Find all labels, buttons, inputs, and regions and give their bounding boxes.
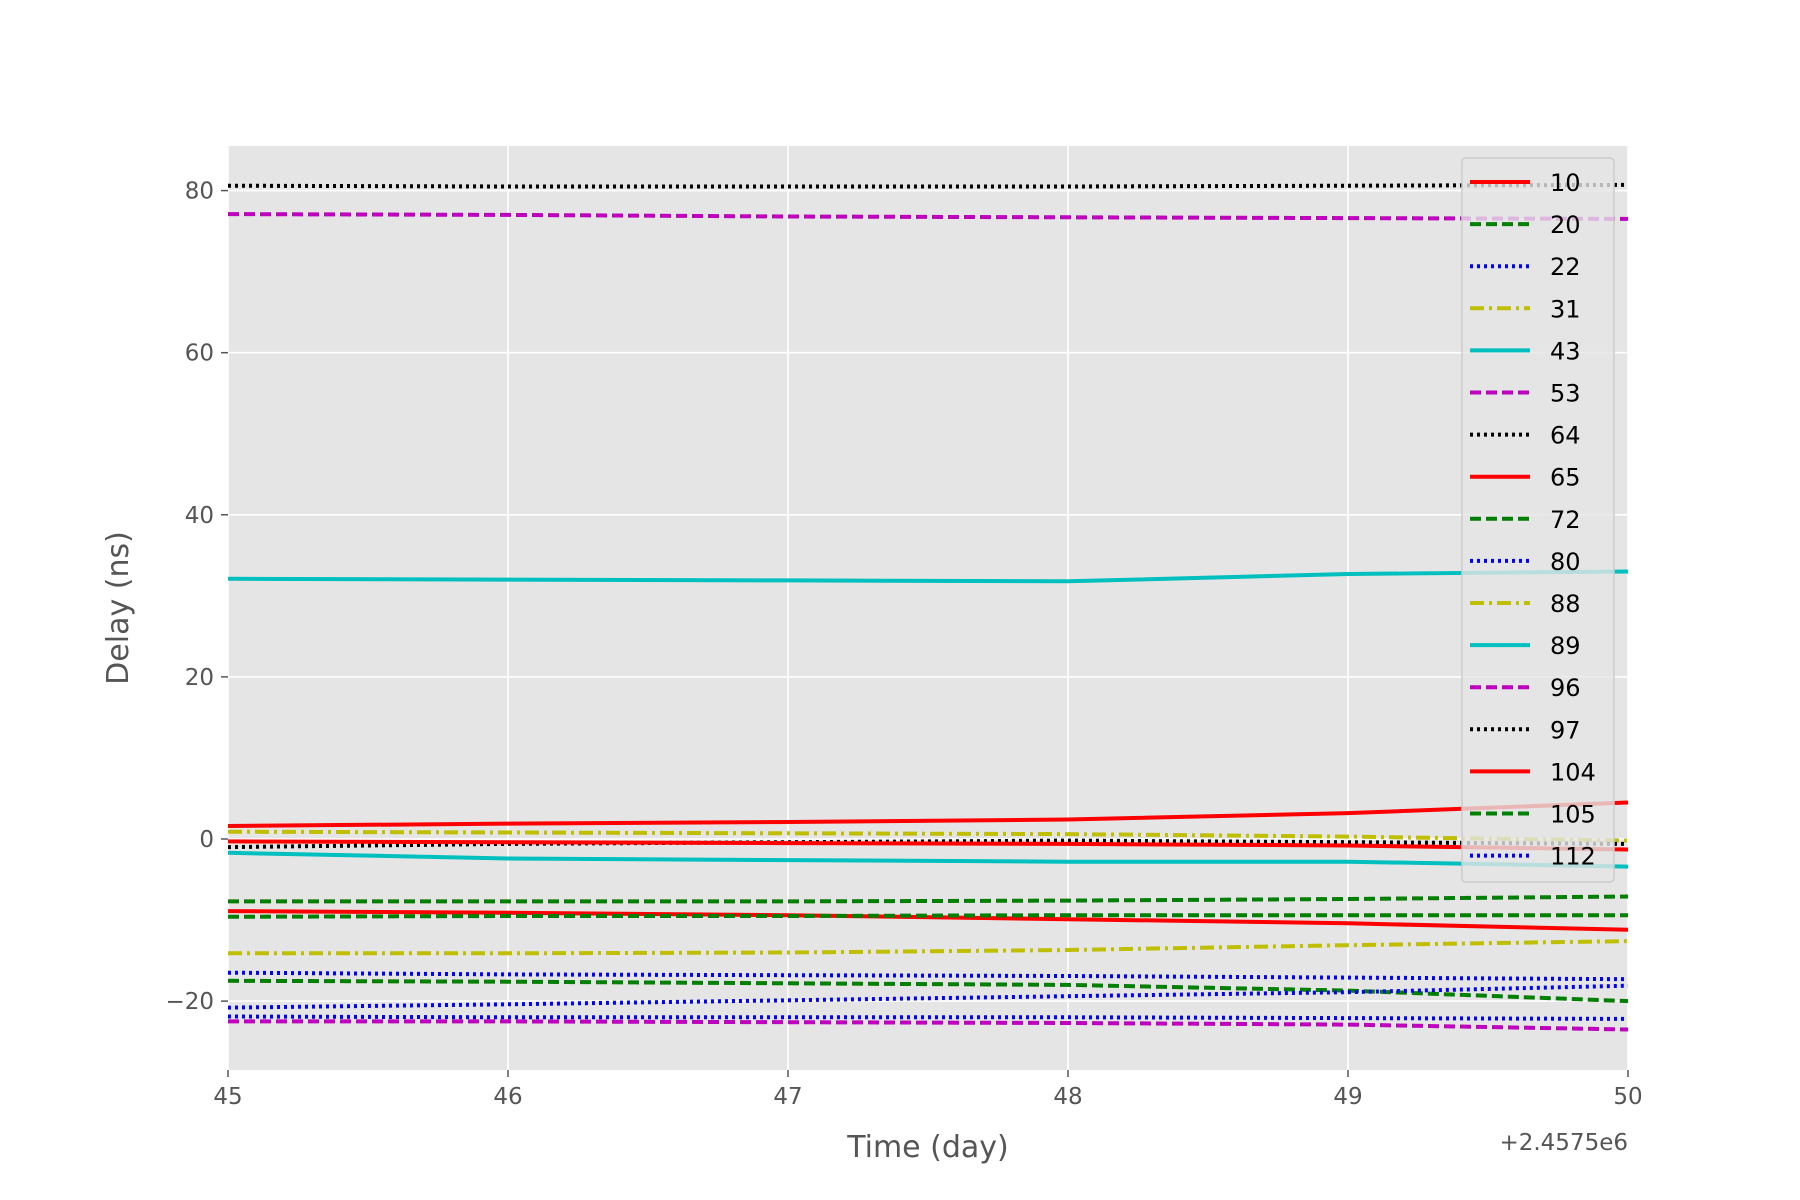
legend-label-105: 105 bbox=[1550, 801, 1596, 829]
x-axis-title: Time (day) bbox=[846, 1130, 1009, 1165]
legend-label-64: 64 bbox=[1550, 422, 1581, 450]
x-axis-offset-label: +2.4575e6 bbox=[1499, 1130, 1628, 1156]
x-tick-label: 45 bbox=[213, 1084, 242, 1110]
legend-label-80: 80 bbox=[1550, 548, 1581, 576]
legend-label-97: 97 bbox=[1550, 716, 1581, 744]
plot-background bbox=[228, 146, 1628, 1070]
y-tick-label: 20 bbox=[185, 665, 214, 691]
x-tick-label: 46 bbox=[493, 1084, 522, 1110]
x-tick-label: 50 bbox=[1613, 1084, 1642, 1110]
legend-label-104: 104 bbox=[1550, 758, 1596, 786]
legend-label-96: 96 bbox=[1550, 674, 1581, 702]
y-tick-label: 40 bbox=[185, 503, 214, 529]
line-chart: 45 46 47 48 49 50 −20 0 20 40 60 80 Time (day) Dela… bbox=[101, 146, 1643, 1165]
y-tick-label: 60 bbox=[185, 341, 214, 367]
legend-label-31: 31 bbox=[1550, 295, 1581, 323]
y-tick-label: 0 bbox=[199, 827, 214, 853]
legend-label-88: 88 bbox=[1550, 590, 1581, 618]
legend: 10 20 22 31 43 53 64 65 72 80 88 89 96 97 104 105 112 bbox=[1461, 157, 1615, 883]
x-tick-label: 49 bbox=[1333, 1084, 1362, 1110]
legend-label-72: 72 bbox=[1550, 506, 1581, 534]
legend-label-22: 22 bbox=[1550, 253, 1581, 281]
y-axis-title: Delay (ns) bbox=[101, 531, 136, 685]
y-tick-label: 80 bbox=[185, 179, 214, 205]
legend-label-53: 53 bbox=[1550, 380, 1581, 408]
legend-label-112: 112 bbox=[1550, 843, 1596, 871]
legend-label-65: 65 bbox=[1550, 464, 1581, 492]
y-tick-label: −20 bbox=[165, 989, 214, 1015]
legend-label-89: 89 bbox=[1550, 632, 1581, 660]
legend-label-10: 10 bbox=[1550, 169, 1581, 197]
x-tick-label: 48 bbox=[1053, 1084, 1082, 1110]
legend-label-43: 43 bbox=[1550, 337, 1581, 365]
chart-container: 45 46 47 48 49 50 −20 0 20 40 60 80 Time (day) Dela… bbox=[0, 0, 1800, 1200]
legend-label-20: 20 bbox=[1550, 211, 1581, 239]
x-tick-label: 47 bbox=[773, 1084, 802, 1110]
